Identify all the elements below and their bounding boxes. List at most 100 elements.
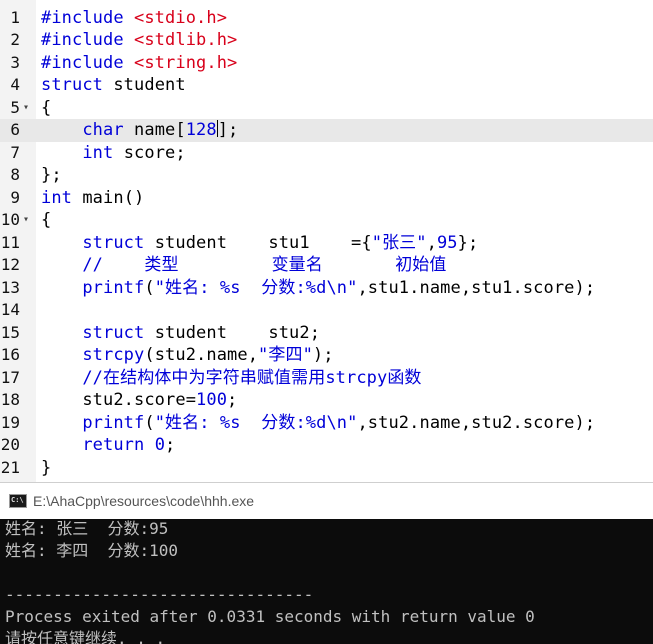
code-text: printf("姓名: %s 分数:%d\n",stu2.name,stu2.s…	[41, 412, 595, 435]
code-token: };	[457, 232, 479, 253]
code-text: {	[41, 97, 51, 120]
code-token: student stu1 ={	[144, 232, 372, 253]
cmd-icon-label: C:\	[11, 496, 24, 504]
code-line[interactable]: 17 //在结构体中为字符串赋值需用strcpy函数	[0, 367, 653, 390]
line-number: 6	[10, 120, 20, 139]
code-token: 100	[196, 390, 228, 410]
console-output[interactable]: 姓名: 张三 分数:95 姓名: 李四 分数:100 ---------------…	[0, 519, 653, 644]
code-line[interactable]: 7 int score;	[0, 142, 653, 165]
line-number: 3	[10, 52, 20, 72]
code-token: ,stu2.name,stu2.score);	[357, 412, 596, 433]
code-line[interactable]: 16 strcpy(stu2.name,"李四");	[0, 344, 653, 367]
code-token: int	[41, 187, 73, 208]
code-token: <string.h>	[134, 52, 238, 73]
code-line[interactable]: 9 int main()	[0, 187, 653, 210]
line-number: 19	[0, 412, 20, 432]
console-title: E:\AhaCpp\resources\code\hhh.exe	[33, 493, 255, 509]
code-line[interactable]: 19 printf("姓名: %s 分数:%d\n",stu2.name,stu…	[0, 412, 653, 435]
code-text: int score;	[41, 142, 186, 165]
code-line[interactable]: 21}	[0, 457, 653, 480]
code-text: struct student stu1 ={"张三",95};	[41, 232, 478, 255]
console-line: 姓名: 张三 分数:95	[5, 519, 169, 538]
line-number: 2	[10, 30, 20, 49]
code-token: ;	[165, 435, 176, 455]
code-line[interactable]: 14	[0, 299, 653, 322]
code-line[interactable]: 8};	[0, 164, 653, 187]
code-line[interactable]: 15 struct student stu2;	[0, 322, 653, 345]
fold-toggle-icon[interactable]: ▾	[23, 97, 29, 120]
code-text: }	[41, 457, 51, 480]
line-number: 20	[0, 435, 20, 454]
code-token: main()	[72, 187, 145, 208]
code-token: //在结构体中为字符串赋值需用strcpy函数	[82, 367, 422, 388]
console-line: 姓名: 李四 分数:100	[5, 541, 179, 560]
code-text: int main()	[41, 187, 144, 210]
code-token: }	[41, 457, 52, 478]
code-token: {	[41, 210, 52, 230]
code-line[interactable]: 4 struct student	[0, 74, 653, 97]
code-token: char	[82, 120, 124, 140]
code-token: <stdio.h>	[134, 7, 228, 28]
code-token: ;	[227, 390, 238, 410]
code-token: struct	[82, 232, 145, 253]
code-line[interactable]: 6 char name[128];	[0, 119, 653, 142]
code-line[interactable]: 11 struct student stu1 ={"张三",95};	[0, 232, 653, 255]
code-token: int	[82, 142, 114, 163]
code-text: return 0;	[41, 434, 175, 457]
code-token: ,	[426, 232, 437, 253]
code-editor[interactable]: 1 #include <stdio.h> 2 #include <stdlib.h> 3…	[0, 0, 653, 482]
code-text: strcpy(stu2.name,"李四");	[41, 344, 334, 367]
code-token: ,stu1.name,stu1.score);	[357, 277, 596, 298]
line-number: 18	[0, 390, 20, 409]
code-line[interactable]: 10 ▾ {	[0, 209, 653, 232]
code-token: #include	[41, 30, 135, 50]
code-token: 0	[154, 435, 166, 455]
code-token: 128	[185, 120, 217, 140]
line-number: 5	[10, 97, 20, 117]
code-line[interactable]: 20 return 0;	[0, 434, 653, 457]
code-line[interactable]: 1 #include <stdio.h>	[0, 7, 653, 30]
code-token: "姓名: %s 分数:%d\n"	[154, 412, 358, 433]
code-line[interactable]: 2 #include <stdlib.h>	[0, 29, 653, 52]
code-line[interactable]: 12 // 类型 变量名 初始值	[0, 254, 653, 277]
code-text: // 类型 变量名 初始值	[41, 254, 447, 277]
code-token: "姓名: %s 分数:%d\n"	[154, 277, 358, 298]
line-number: 14	[0, 300, 20, 319]
line-number: 16	[0, 345, 20, 364]
code-line[interactable]: 5 ▾ {	[0, 97, 653, 120]
code-token: {	[41, 97, 52, 118]
code-text: struct student stu2;	[41, 322, 320, 345]
code-line[interactable]: 13 printf("姓名: %s 分数:%d\n",stu1.name,stu…	[0, 277, 653, 300]
code-line[interactable]: 18 stu2.score=100;	[0, 389, 653, 412]
code-token: "李四"	[258, 345, 313, 365]
code-text: char name[128];	[41, 119, 238, 142]
line-number: 9	[10, 187, 20, 207]
code-text: #include <stdlib.h>	[41, 29, 237, 52]
code-token: };	[41, 165, 62, 185]
code-text: #include <string.h>	[41, 52, 237, 75]
code-token: );	[312, 345, 334, 365]
code-token: stu2.score=	[41, 390, 197, 410]
code-text: struct student	[41, 74, 186, 97]
code-text: printf("姓名: %s 分数:%d\n",stu1.name,stu1.s…	[41, 277, 595, 300]
code-token: printf	[82, 277, 145, 298]
code-line[interactable]: 3 #include <string.h>	[0, 52, 653, 75]
console-titlebar[interactable]: C:\ E:\AhaCpp\resources\code\hhh.exe	[0, 483, 653, 519]
code-text: };	[41, 164, 62, 187]
code-token: 95	[436, 232, 458, 253]
code-token: ];	[217, 120, 239, 140]
code-token: <stdlib.h>	[134, 30, 238, 50]
code-token: // 类型 变量名 初始值	[82, 255, 447, 275]
fold-toggle-icon[interactable]: ▾	[23, 209, 29, 232]
code-token: struct	[41, 75, 104, 95]
line-number: 10	[0, 210, 20, 229]
code-token: score;	[113, 142, 186, 163]
console-window[interactable]: C:\ E:\AhaCpp\resources\code\hhh.exe 姓名:…	[0, 482, 653, 644]
